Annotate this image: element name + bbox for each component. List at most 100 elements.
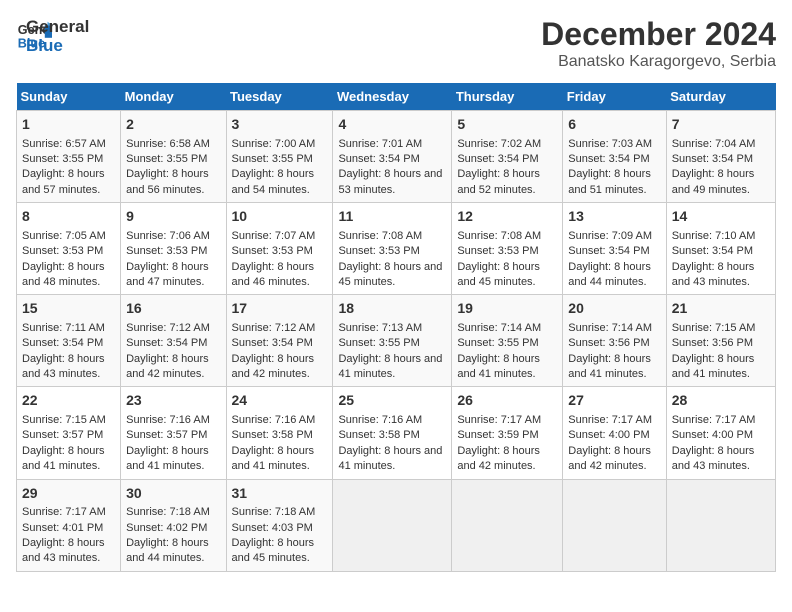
day-number: 18 <box>338 299 446 319</box>
sunrise-time: Sunrise: 7:08 AM <box>338 230 422 242</box>
calendar-cell: 22Sunrise: 7:15 AMSunset: 3:57 PMDayligh… <box>17 387 121 479</box>
day-number: 16 <box>126 299 220 319</box>
page-subtitle: Banatsko Karagorgevo, Serbia <box>541 53 776 71</box>
day-number: 25 <box>338 391 446 411</box>
calendar-cell: 1Sunrise: 6:57 AMSunset: 3:55 PMDaylight… <box>17 111 121 203</box>
daylight-label: Daylight: 8 hours and 41 minutes. <box>232 445 315 472</box>
calendar-cell: 13Sunrise: 7:09 AMSunset: 3:54 PMDayligh… <box>563 203 666 295</box>
daylight-label: Daylight: 8 hours and 45 minutes. <box>338 261 442 288</box>
sunrise-time: Sunrise: 7:01 AM <box>338 138 422 150</box>
logo-general: General <box>26 18 89 37</box>
daylight-label: Daylight: 8 hours and 43 minutes. <box>672 261 755 288</box>
sunrise-time: Sunrise: 7:16 AM <box>126 414 210 426</box>
calendar-header-row: SundayMondayTuesdayWednesdayThursdayFrid… <box>17 83 776 111</box>
daylight-label: Daylight: 8 hours and 42 minutes. <box>568 445 651 472</box>
daylight-label: Daylight: 8 hours and 42 minutes. <box>232 353 315 380</box>
col-header-saturday: Saturday <box>666 83 775 111</box>
calendar-cell: 28Sunrise: 7:17 AMSunset: 4:00 PMDayligh… <box>666 387 775 479</box>
sunrise-time: Sunrise: 7:02 AM <box>457 138 541 150</box>
calendar-cell: 8Sunrise: 7:05 AMSunset: 3:53 PMDaylight… <box>17 203 121 295</box>
calendar-cell: 27Sunrise: 7:17 AMSunset: 4:00 PMDayligh… <box>563 387 666 479</box>
calendar-cell: 25Sunrise: 7:16 AMSunset: 3:58 PMDayligh… <box>333 387 452 479</box>
calendar-cell: 15Sunrise: 7:11 AMSunset: 3:54 PMDayligh… <box>17 295 121 387</box>
sunset-time: Sunset: 3:54 PM <box>126 337 207 349</box>
day-number: 14 <box>672 207 770 227</box>
daylight-label: Daylight: 8 hours and 44 minutes. <box>568 261 651 288</box>
sunrise-time: Sunrise: 7:17 AM <box>568 414 652 426</box>
calendar-cell: 24Sunrise: 7:16 AMSunset: 3:58 PMDayligh… <box>226 387 333 479</box>
sunset-time: Sunset: 3:53 PM <box>232 245 313 257</box>
day-number: 31 <box>232 484 328 504</box>
sunset-time: Sunset: 4:01 PM <box>22 522 103 534</box>
sunset-time: Sunset: 3:56 PM <box>568 337 649 349</box>
calendar-cell: 20Sunrise: 7:14 AMSunset: 3:56 PMDayligh… <box>563 295 666 387</box>
daylight-label: Daylight: 8 hours and 52 minutes. <box>457 168 540 195</box>
day-number: 23 <box>126 391 220 411</box>
calendar-cell: 31Sunrise: 7:18 AMSunset: 4:03 PMDayligh… <box>226 479 333 571</box>
daylight-label: Daylight: 8 hours and 53 minutes. <box>338 168 442 195</box>
calendar-cell: 17Sunrise: 7:12 AMSunset: 3:54 PMDayligh… <box>226 295 333 387</box>
daylight-label: Daylight: 8 hours and 56 minutes. <box>126 168 209 195</box>
col-header-wednesday: Wednesday <box>333 83 452 111</box>
calendar-week-1: 1Sunrise: 6:57 AMSunset: 3:55 PMDaylight… <box>17 111 776 203</box>
sunset-time: Sunset: 3:54 PM <box>672 153 753 165</box>
daylight-label: Daylight: 8 hours and 41 minutes. <box>338 445 442 472</box>
calendar-cell: 3Sunrise: 7:00 AMSunset: 3:55 PMDaylight… <box>226 111 333 203</box>
day-number: 24 <box>232 391 328 411</box>
sunrise-time: Sunrise: 7:16 AM <box>338 414 422 426</box>
col-header-tuesday: Tuesday <box>226 83 333 111</box>
day-number: 1 <box>22 115 115 135</box>
sunset-time: Sunset: 4:00 PM <box>568 429 649 441</box>
sunrise-time: Sunrise: 7:15 AM <box>672 322 756 334</box>
calendar-week-5: 29Sunrise: 7:17 AMSunset: 4:01 PMDayligh… <box>17 479 776 571</box>
sunrise-time: Sunrise: 7:05 AM <box>22 230 106 242</box>
calendar-cell <box>452 479 563 571</box>
daylight-label: Daylight: 8 hours and 41 minutes. <box>672 353 755 380</box>
calendar-cell: 7Sunrise: 7:04 AMSunset: 3:54 PMDaylight… <box>666 111 775 203</box>
daylight-label: Daylight: 8 hours and 57 minutes. <box>22 168 105 195</box>
calendar-cell: 19Sunrise: 7:14 AMSunset: 3:55 PMDayligh… <box>452 295 563 387</box>
day-number: 12 <box>457 207 557 227</box>
day-number: 11 <box>338 207 446 227</box>
sunset-time: Sunset: 3:55 PM <box>338 337 419 349</box>
day-number: 10 <box>232 207 328 227</box>
sunset-time: Sunset: 3:53 PM <box>126 245 207 257</box>
sunrise-time: Sunrise: 7:17 AM <box>457 414 541 426</box>
col-header-sunday: Sunday <box>17 83 121 111</box>
logo: General Blue General Blue <box>16 16 89 55</box>
calendar-table: SundayMondayTuesdayWednesdayThursdayFrid… <box>16 83 776 572</box>
day-number: 19 <box>457 299 557 319</box>
calendar-cell: 21Sunrise: 7:15 AMSunset: 3:56 PMDayligh… <box>666 295 775 387</box>
calendar-cell: 29Sunrise: 7:17 AMSunset: 4:01 PMDayligh… <box>17 479 121 571</box>
sunrise-time: Sunrise: 7:11 AM <box>22 322 105 334</box>
calendar-cell: 30Sunrise: 7:18 AMSunset: 4:02 PMDayligh… <box>121 479 226 571</box>
calendar-cell: 14Sunrise: 7:10 AMSunset: 3:54 PMDayligh… <box>666 203 775 295</box>
calendar-cell <box>563 479 666 571</box>
day-number: 22 <box>22 391 115 411</box>
sunrise-time: Sunrise: 7:08 AM <box>457 230 541 242</box>
day-number: 3 <box>232 115 328 135</box>
col-header-thursday: Thursday <box>452 83 563 111</box>
title-block: December 2024 Banatsko Karagorgevo, Serb… <box>541 16 776 71</box>
col-header-monday: Monday <box>121 83 226 111</box>
calendar-cell: 9Sunrise: 7:06 AMSunset: 3:53 PMDaylight… <box>121 203 226 295</box>
sunrise-time: Sunrise: 7:04 AM <box>672 138 756 150</box>
day-number: 21 <box>672 299 770 319</box>
sunset-time: Sunset: 3:54 PM <box>568 245 649 257</box>
sunset-time: Sunset: 3:54 PM <box>457 153 538 165</box>
daylight-label: Daylight: 8 hours and 44 minutes. <box>126 537 209 564</box>
calendar-cell: 6Sunrise: 7:03 AMSunset: 3:54 PMDaylight… <box>563 111 666 203</box>
daylight-label: Daylight: 8 hours and 41 minutes. <box>22 445 105 472</box>
sunset-time: Sunset: 4:02 PM <box>126 522 207 534</box>
calendar-cell <box>666 479 775 571</box>
calendar-week-4: 22Sunrise: 7:15 AMSunset: 3:57 PMDayligh… <box>17 387 776 479</box>
sunset-time: Sunset: 4:00 PM <box>672 429 753 441</box>
col-header-friday: Friday <box>563 83 666 111</box>
daylight-label: Daylight: 8 hours and 41 minutes. <box>457 353 540 380</box>
sunset-time: Sunset: 3:53 PM <box>22 245 103 257</box>
sunset-time: Sunset: 3:55 PM <box>126 153 207 165</box>
daylight-label: Daylight: 8 hours and 43 minutes. <box>672 445 755 472</box>
calendar-cell <box>333 479 452 571</box>
sunrise-time: Sunrise: 7:12 AM <box>232 322 316 334</box>
day-number: 2 <box>126 115 220 135</box>
